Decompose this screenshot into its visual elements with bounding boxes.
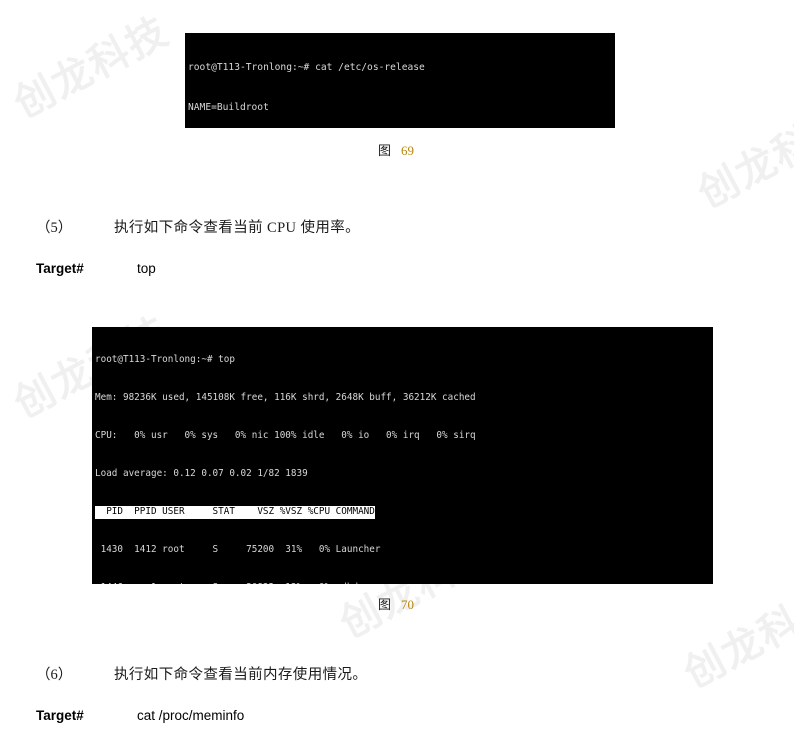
process-table-header: PID PPID USER STAT VSZ %VSZ %CPU COMMAND <box>95 506 375 519</box>
watermark-text: 创龙科技 <box>6 7 177 128</box>
command-prompt: Target# <box>36 261 84 276</box>
step-text: 执行如下命令查看当前内存使用情况。 <box>114 667 368 683</box>
terminal-line: root@T113-Tronlong:~# top <box>95 354 235 366</box>
step-paragraph-5: （5） 执行如下命令查看当前 CPU 使用率。 <box>36 216 360 237</box>
terminal-line: root@T113-Tronlong:~# cat /etc/os-releas… <box>188 62 425 74</box>
command-text: top <box>137 261 156 276</box>
figure-caption-70: 图 70 <box>378 594 414 613</box>
watermark-text: 创龙科技 <box>690 97 794 218</box>
terminal-line: NAME=Buildroot <box>188 102 269 114</box>
command-line-6: Target# cat /proc/meminfo <box>36 708 244 723</box>
terminal-os-release: root@T113-Tronlong:~# cat /etc/os-releas… <box>185 33 615 128</box>
figure-number: 70 <box>401 597 415 612</box>
terminal-line: Mem: 98236K used, 145108K free, 116K shr… <box>95 392 476 404</box>
command-text: cat /proc/meminfo <box>137 708 245 723</box>
step-index: （6） <box>36 667 73 683</box>
step-paragraph-6: （6） 执行如下命令查看当前内存使用情况。 <box>36 663 367 684</box>
figure-label: 图 <box>378 143 392 158</box>
terminal-line: Load average: 0.12 0.07 0.02 1/82 1839 <box>95 468 308 480</box>
command-line-5: Target# top <box>36 261 156 276</box>
terminal-top-output: root@T113-Tronlong:~# top Mem: 98236K us… <box>92 327 713 584</box>
process-row: 1446 1 root S 30832 13% 0% adbd <box>95 582 713 584</box>
command-prompt: Target# <box>36 708 84 723</box>
terminal-line: CPU: 0% usr 0% sys 0% nic 100% idle 0% i… <box>95 430 476 442</box>
process-row: 1430 1412 root S 75200 31% 0% Launcher <box>95 544 381 556</box>
figure-caption-69: 图 69 <box>378 140 414 159</box>
watermark-text: 创龙科技 <box>676 577 794 698</box>
step-text: 执行如下命令查看当前 CPU 使用率。 <box>114 220 361 236</box>
step-index: （5） <box>36 220 73 236</box>
figure-number: 69 <box>401 143 415 158</box>
figure-label: 图 <box>378 597 392 612</box>
